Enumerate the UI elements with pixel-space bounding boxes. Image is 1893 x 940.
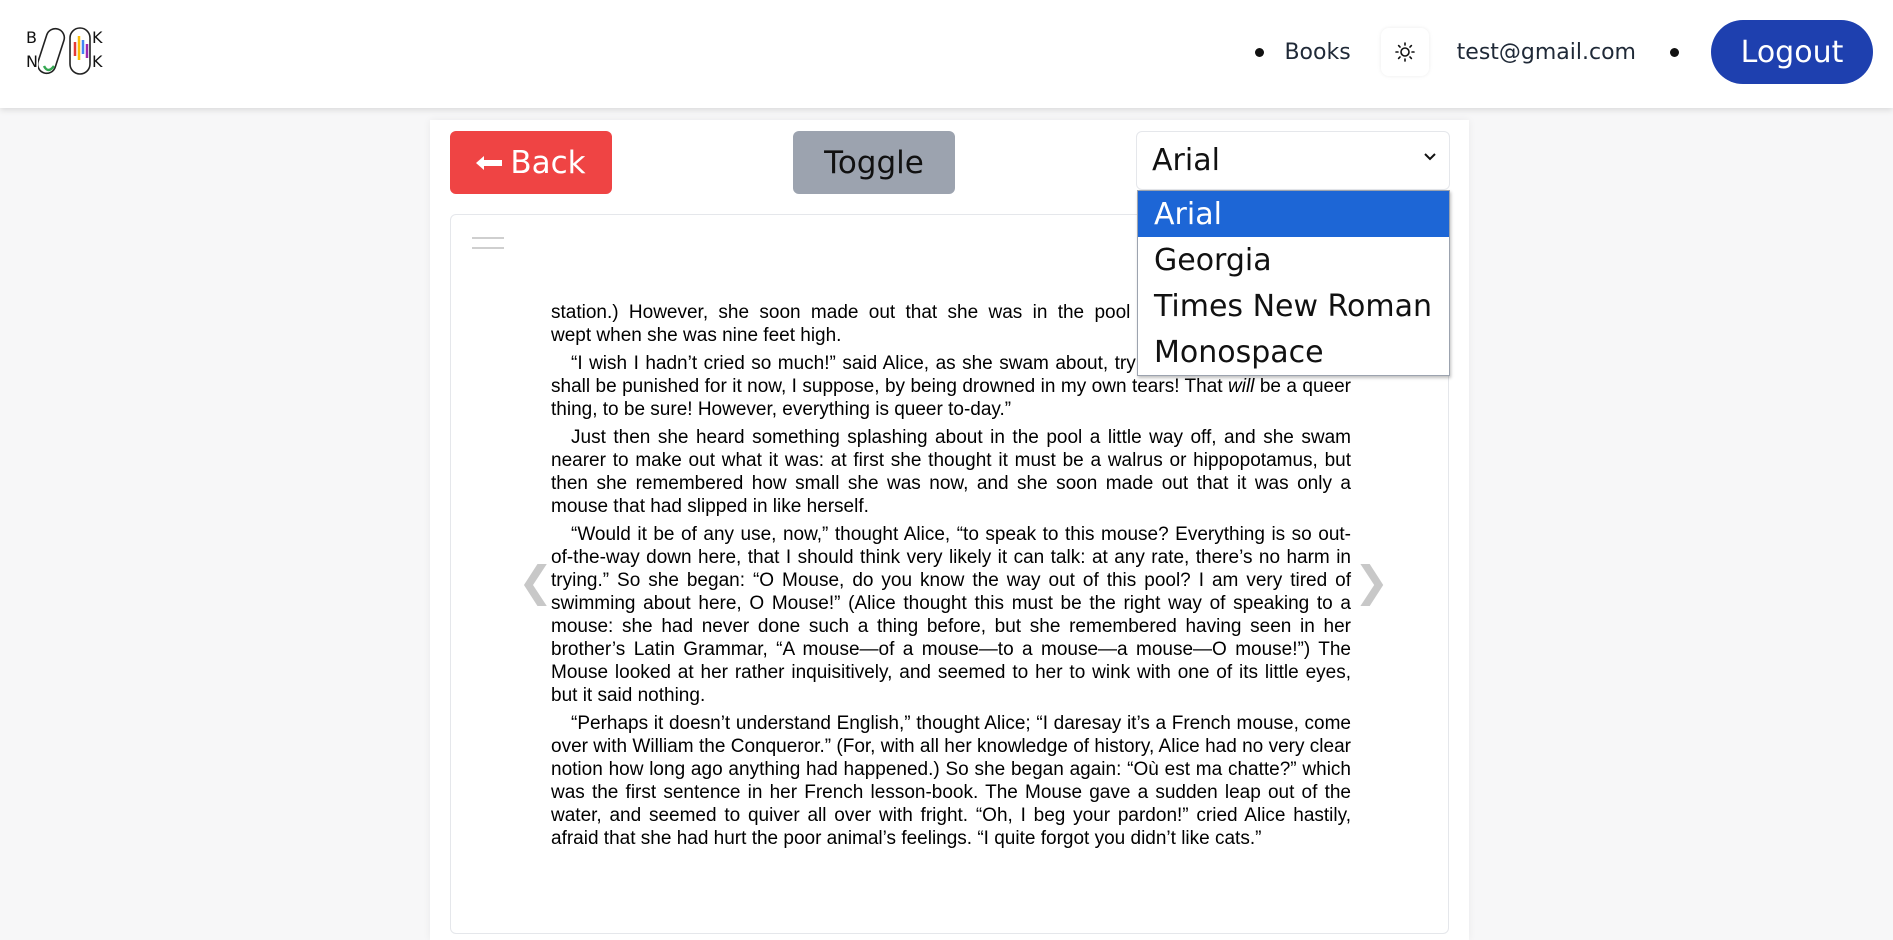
font-options-dropdown: Arial Georgia Times New Roman Monospace — [1137, 190, 1450, 376]
chevron-down-icon — [1424, 153, 1436, 161]
next-page-arrow[interactable]: ❯ — [1354, 560, 1389, 604]
logo-letter-b: B — [26, 28, 37, 47]
font-option-monospace[interactable]: Monospace — [1138, 329, 1449, 375]
book-page-content: station.) However, she soon made out tha… — [551, 301, 1351, 855]
sun-icon — [1394, 42, 1415, 62]
font-family-select[interactable]: Arial — [1136, 131, 1450, 190]
paragraph: “Perhaps it doesn’t understand English,”… — [551, 713, 1351, 849]
nav-link-books[interactable]: Books — [1284, 40, 1350, 65]
arrow-left-icon — [476, 155, 503, 170]
table-of-contents-icon[interactable] — [472, 237, 504, 259]
nav-menu: Books test@gmail.com Logout — [1255, 20, 1873, 84]
logo-graphic — [38, 27, 91, 75]
theme-toggle-button[interactable] — [1380, 28, 1429, 76]
app-logo[interactable]: B N K K — [24, 26, 106, 76]
logout-button[interactable]: Logout — [1711, 20, 1873, 84]
paragraph: Just then she heard something splashing … — [551, 427, 1351, 517]
font-option-arial[interactable]: Arial — [1138, 191, 1449, 237]
nav-bullet — [1670, 47, 1679, 57]
paragraph: “Would it be of any use, now,” thought A… — [551, 524, 1351, 706]
back-button[interactable]: Back — [450, 131, 612, 194]
font-option-georgia[interactable]: Georgia — [1138, 237, 1449, 283]
nav-bullet — [1255, 47, 1265, 57]
logo-letter-n: N — [26, 52, 38, 71]
back-label: Back — [510, 144, 586, 181]
previous-page-arrow[interactable]: ❮ — [518, 560, 553, 604]
emphasis-text: will — [1228, 376, 1255, 397]
font-select-value: Arial — [1152, 143, 1220, 178]
toggle-button[interactable]: Toggle — [793, 131, 955, 194]
user-email: test@gmail.com — [1456, 39, 1636, 65]
top-navbar: B N K K Books test@gmail.com Logout — [0, 0, 1893, 108]
font-option-times-new-roman[interactable]: Times New Roman — [1138, 283, 1449, 329]
